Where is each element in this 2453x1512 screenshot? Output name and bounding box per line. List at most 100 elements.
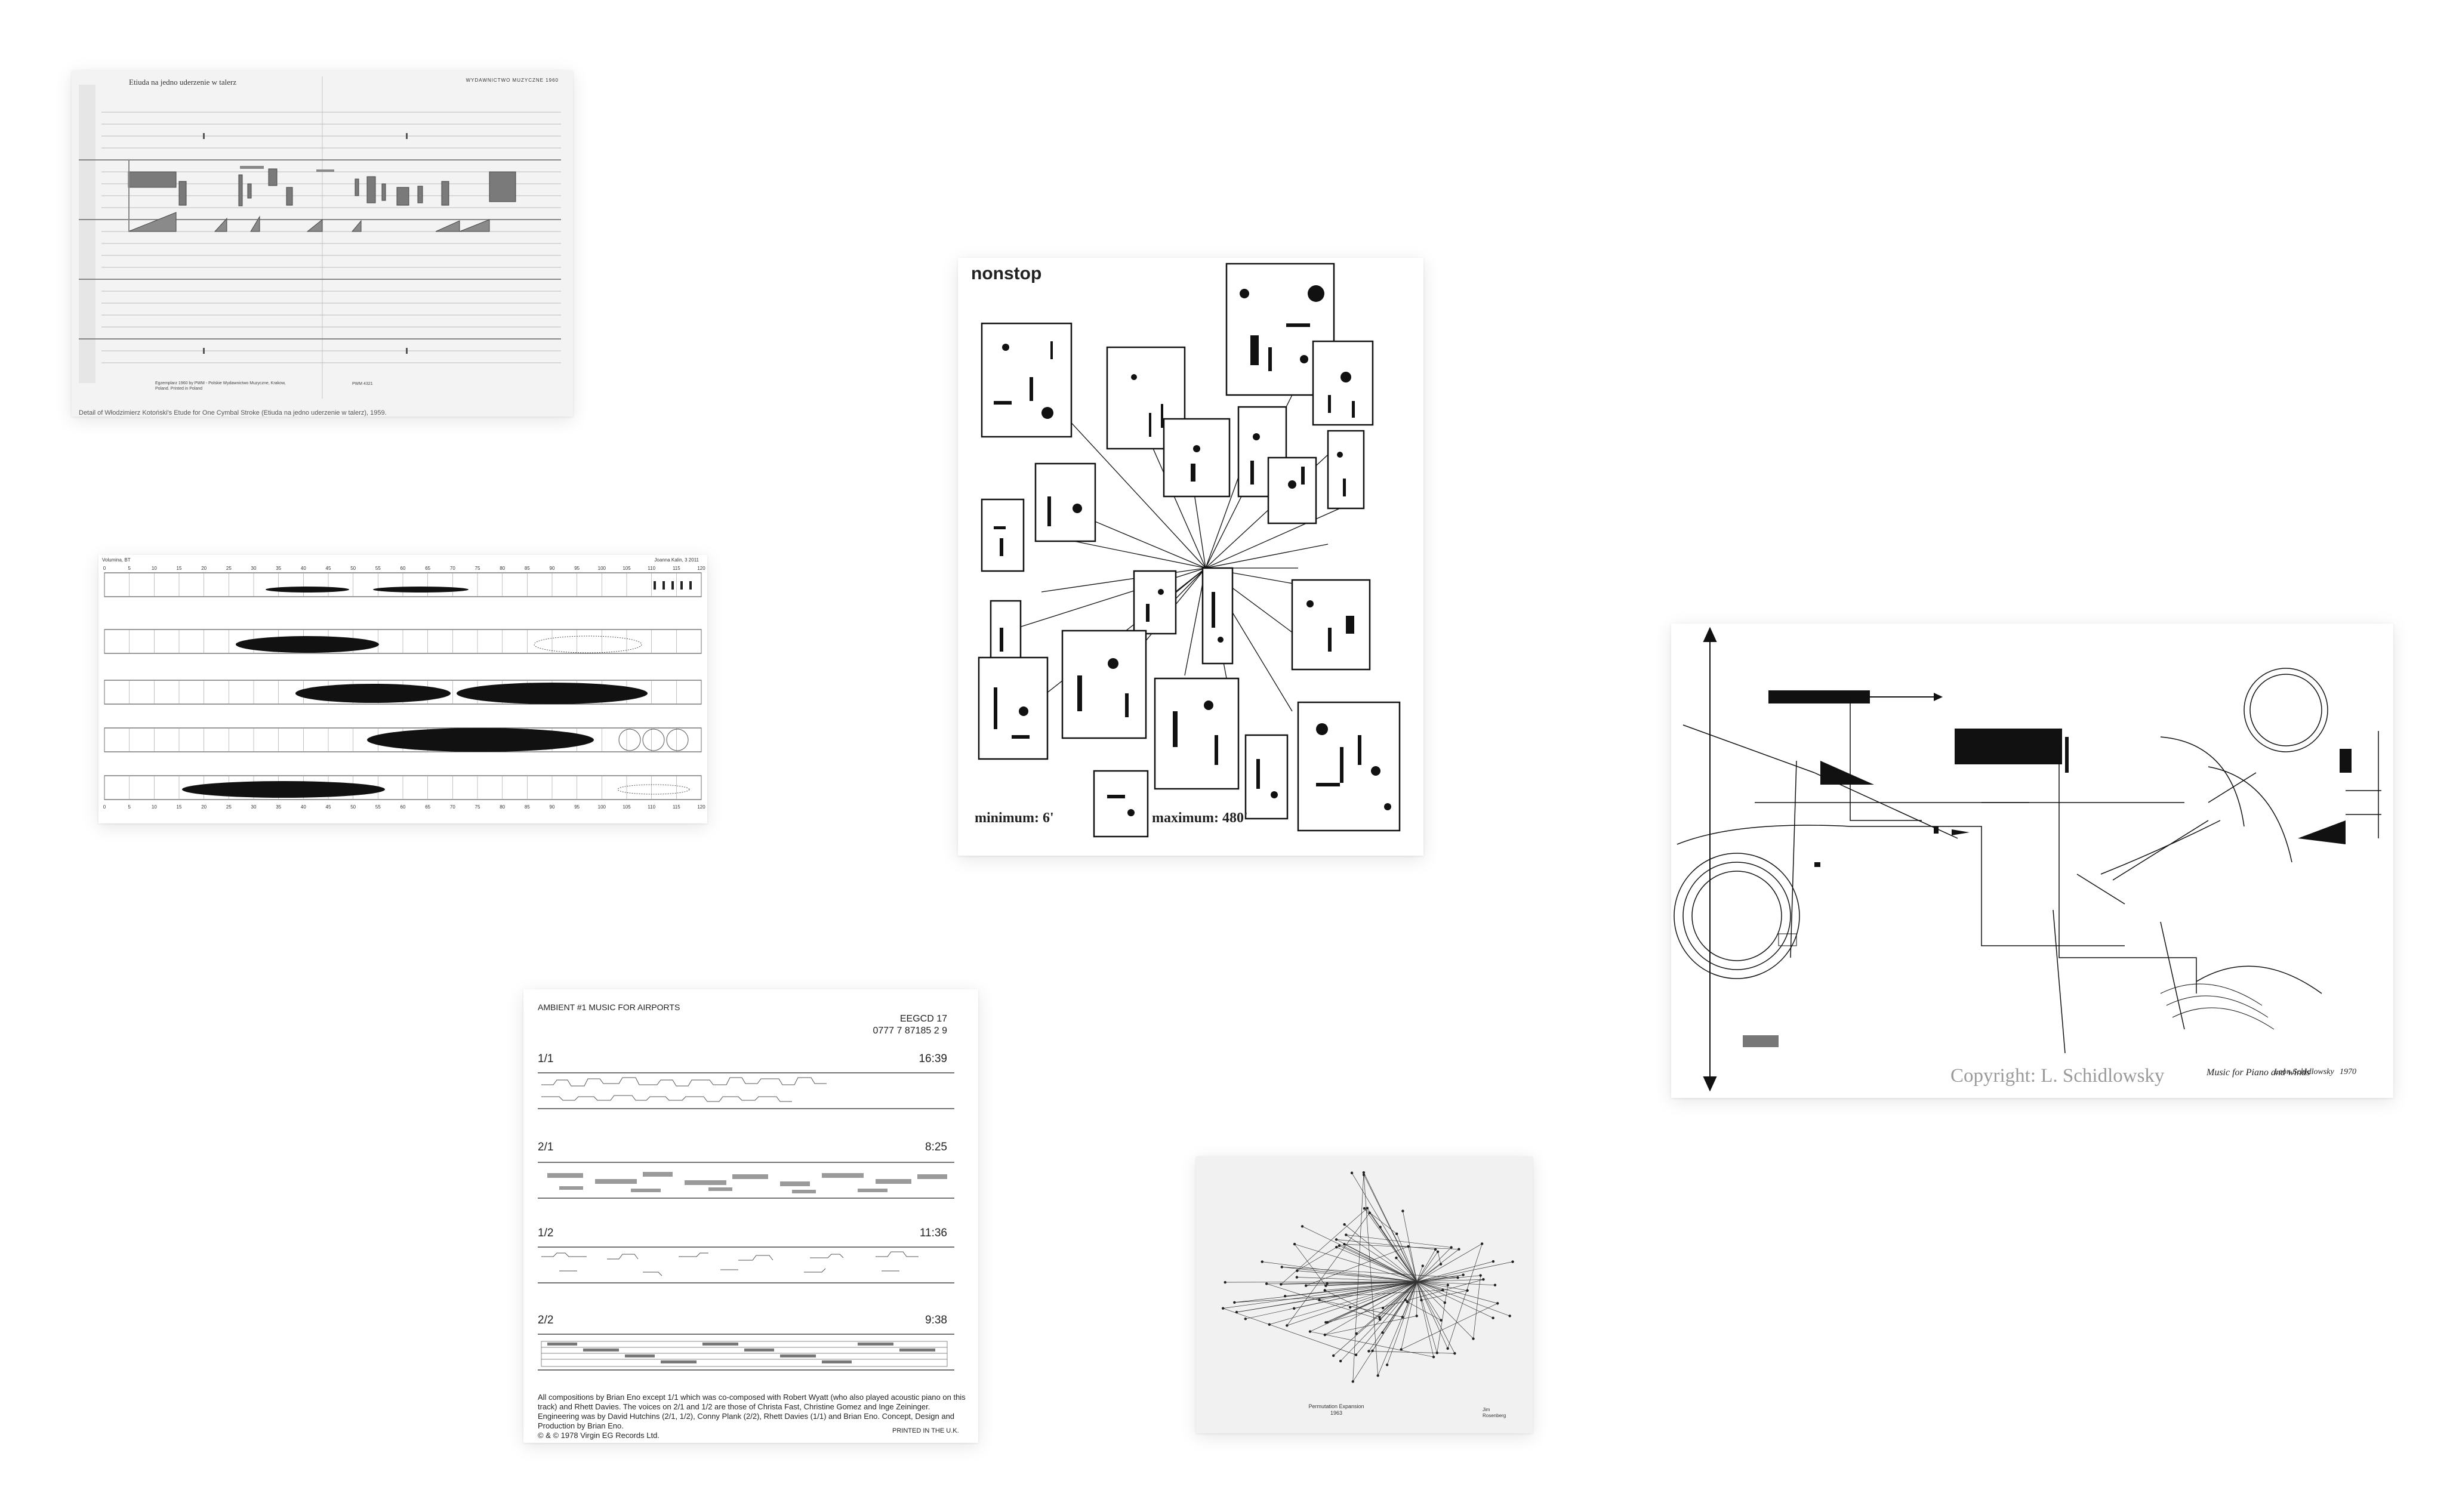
permutation-node [1453,1352,1456,1355]
airports-printed: PRINTED IN THE U.K. [892,1427,959,1434]
score-tick-label: 45 [326,566,331,571]
permutation-node [1479,1274,1482,1277]
permutation-node [1244,1317,1247,1320]
score-tick-label: 50 [350,566,356,571]
score-tick-label: 115 [673,566,680,571]
permutation-node [1435,1351,1438,1354]
permutation-node [1434,1248,1437,1251]
score-tick-label: 105 [623,566,631,571]
permutation-node [1400,1348,1403,1351]
score-tick-label: 80 [500,566,505,571]
permutation-node [1301,1225,1304,1228]
permutation-node [1443,1301,1446,1304]
permutation-node [1308,1330,1312,1333]
permutation-node [1457,1248,1460,1251]
score-tick-label: 120 [697,566,705,571]
permutation-node [1381,1306,1385,1310]
permutation-node [1293,1307,1296,1310]
permutation-node [1440,1319,1443,1322]
nonstop-score-card[interactable]: nonstop minimum: 6' maximum: 480' [958,258,1423,856]
permutation-node [1385,1363,1389,1366]
permutation-node [1462,1273,1465,1276]
permutation-node [1323,1333,1327,1337]
permutation-node [1261,1260,1264,1263]
permutation-node [1323,1289,1326,1292]
permutation-node [1421,1264,1424,1267]
permutation-node [1221,1307,1225,1310]
permutation-node [1415,1314,1418,1317]
score-tick-label: 65 [425,804,430,810]
permutation-node [1480,1242,1484,1245]
score-tick-label: 0 [103,804,106,810]
score-tick-label: 15 [177,804,182,810]
permutation-node [1401,1316,1404,1319]
permutation-node [1351,1380,1354,1383]
permutation-node [1376,1374,1379,1377]
permutation-node [1338,1244,1341,1247]
permutation-node [1355,1332,1358,1335]
graphic-score-card[interactable]: Volumina, BT Joanna Kalin, 3 2011 0 5 10… [98,555,707,823]
permutation-node [1439,1263,1443,1266]
score-tick-label: 100 [598,804,606,810]
airports-credits-text: All compositions by Brian Eno except 1/1… [538,1393,966,1430]
permutation-node [1371,1349,1374,1353]
etude-title: Etiuda na jedno uderzenie w talerz [129,78,237,87]
score-tick-label: 0 [103,566,106,571]
schidlowsky-copyright: Copyright: L. Schidlowsky [1950,1065,2165,1087]
score-tick-label: 20 [201,566,207,571]
permutation-node [1335,1238,1338,1241]
permutation-node [1381,1331,1384,1334]
permutation-title: Permutation Expansion 1963 [1292,1403,1381,1417]
score-tick-label: 30 [251,566,257,571]
score-tick-label: 60 [400,566,406,571]
permutation-node [1296,1269,1299,1272]
permutation-node [1491,1316,1494,1320]
score-tick-label: 120 [697,804,705,810]
permutation-node [1401,1209,1404,1212]
permutation-graphic [1221,1171,1514,1383]
score-header-left: Volumina, BT [102,557,131,563]
nonstop-score-graphic [978,263,1401,838]
permutation-node [1280,1266,1283,1269]
score-tick-label: 75 [475,566,480,571]
permutation-node [1446,1283,1450,1286]
score-tick-label: 70 [450,566,455,571]
airports-copyright: © & © 1978 Virgin EG Records Ltd. [538,1431,660,1440]
schidlowsky-signature-name: Leon Schidlowsky [2274,1067,2334,1076]
permutation-node [1335,1245,1338,1249]
permutation-card[interactable]: Permutation Expansion 1963 Jim Rosenberg [1196,1156,1533,1433]
permutation-node [1332,1354,1335,1357]
etude-score-card[interactable]: Etiuda na jedno uderzenie w talerz WYDAW… [72,70,573,416]
score-tick-label: 55 [375,566,381,571]
permutation-node [1366,1206,1369,1210]
score-tick-label: 80 [500,804,505,810]
airports-score-card[interactable]: AMBIENT #1 MUSIC FOR AIRPORTS EEGCD 17 0… [523,989,978,1443]
permutation-node [1456,1276,1459,1279]
permutation-node [1406,1300,1409,1304]
score-tick-label: 85 [525,566,530,571]
permutation-node [1496,1302,1499,1305]
score-tick-label: 15 [177,566,182,571]
permutation-node [1432,1355,1435,1359]
permutation-node [1378,1316,1381,1319]
permutation-node [1482,1278,1485,1281]
permutation-node [1367,1350,1370,1353]
permutation-node [1326,1320,1329,1324]
score-tick-label: 55 [375,804,381,810]
permutation-node [1286,1324,1289,1327]
permutation-node [1349,1306,1352,1309]
permutation-node [1318,1298,1321,1301]
permutation-node [1324,1284,1327,1288]
permutation-node [1420,1298,1423,1302]
permutation-node [1233,1301,1236,1304]
permutation-node [1235,1310,1238,1314]
score-tick-label: 40 [301,566,306,571]
permutation-node [1472,1337,1475,1340]
permutation-signature-line2: Rosenberg [1483,1413,1506,1418]
score-tick-label: 25 [226,804,232,810]
permutation-node [1224,1280,1226,1284]
schidlowsky-score-graphic [1674,627,2381,1092]
permutation-node [1343,1243,1346,1246]
schidlowsky-score-card[interactable]: Copyright: L. Schidlowsky Music for Pian… [1671,624,2393,1098]
permutation-node [1343,1223,1346,1226]
